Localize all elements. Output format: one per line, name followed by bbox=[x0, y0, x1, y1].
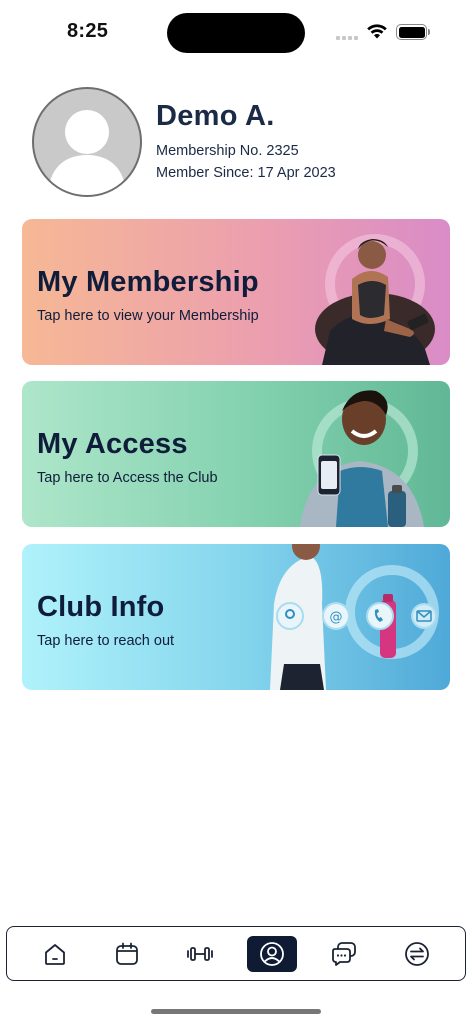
status-time: 8:25 bbox=[67, 20, 109, 42]
card-subtitle: Tap here to Access the Club bbox=[37, 470, 218, 486]
battery-icon bbox=[396, 24, 430, 40]
club-info-card[interactable]: Club Info Tap here to reach out @ bbox=[22, 544, 450, 690]
cellular-signal-icon bbox=[336, 36, 358, 40]
profile-icon bbox=[260, 941, 285, 966]
phone-icon bbox=[366, 602, 394, 630]
svg-text:@: @ bbox=[330, 610, 343, 625]
dynamic-island bbox=[167, 13, 305, 53]
nav-calendar[interactable] bbox=[102, 936, 152, 972]
home-indicator[interactable] bbox=[151, 1009, 321, 1014]
mail-icon bbox=[411, 603, 437, 629]
my-access-card[interactable]: My Access Tap here to Access the Club bbox=[22, 381, 450, 527]
dumbbell-icon bbox=[186, 946, 213, 961]
status-bar: 8:25 bbox=[0, 0, 472, 64]
calendar-icon bbox=[116, 942, 139, 965]
profile-name: Demo A. bbox=[156, 100, 275, 132]
location-icon bbox=[276, 602, 304, 630]
member-since: Member Since: 17 Apr 2023 bbox=[156, 165, 336, 181]
avatar[interactable] bbox=[32, 87, 142, 197]
bottom-nav bbox=[6, 926, 466, 981]
nav-profile[interactable] bbox=[247, 935, 298, 972]
card-title: My Access bbox=[37, 428, 188, 460]
nav-messages[interactable] bbox=[319, 936, 369, 972]
man-with-phone-image bbox=[300, 390, 424, 527]
membership-number: Membership No. 2325 bbox=[156, 143, 299, 159]
switch-icon bbox=[404, 941, 429, 966]
home-icon bbox=[45, 943, 66, 965]
card-title: My Membership bbox=[37, 266, 259, 298]
card-title: Club Info bbox=[37, 591, 165, 623]
nav-workouts[interactable] bbox=[175, 936, 225, 972]
nav-home[interactable] bbox=[30, 936, 80, 972]
chat-icon bbox=[332, 941, 357, 966]
woman-with-phone-image bbox=[315, 234, 435, 365]
card-subtitle: Tap here to view your Membership bbox=[37, 308, 259, 324]
contact-info-image: @ bbox=[270, 544, 439, 690]
email-at-icon: @ bbox=[322, 602, 350, 630]
user-placeholder-icon bbox=[48, 110, 126, 195]
card-subtitle: Tap here to reach out bbox=[37, 633, 175, 649]
wifi-icon bbox=[367, 24, 387, 39]
my-membership-card[interactable]: My Membership Tap here to view your Memb… bbox=[22, 219, 450, 365]
nav-switch[interactable] bbox=[392, 936, 442, 972]
